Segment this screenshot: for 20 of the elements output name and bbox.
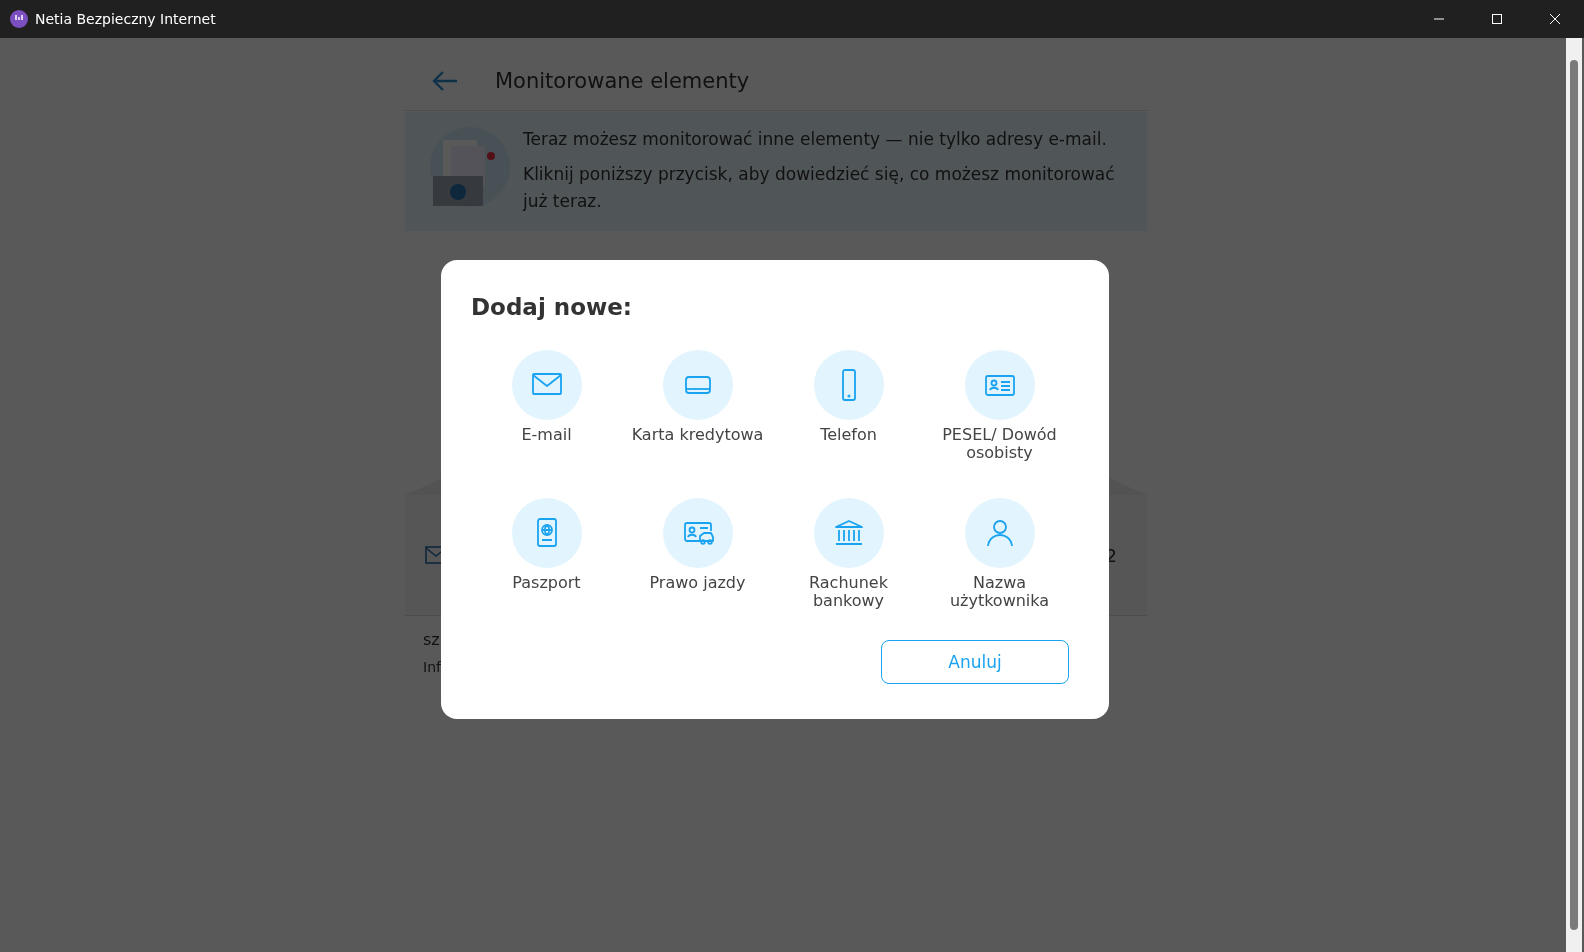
- banner-text: Kliknij poniższy przycisk, aby dowiedzieć się, co możesz monitorować już teraz.: [523, 163, 1116, 213]
- item-info: Inf: [423, 659, 441, 675]
- close-icon: [1549, 13, 1561, 25]
- add-item-option[interactable]: Karta kredytowa: [622, 350, 773, 444]
- add-item-option[interactable]: Telefon: [773, 350, 924, 444]
- window-title: Netia Bezpieczny Internet: [35, 11, 217, 27]
- item-title: sz: [423, 630, 440, 649]
- dialog-title: Dodaj nowe:: [471, 294, 633, 320]
- page-title: Monitorowane elementy: [495, 69, 750, 93]
- add-item-option[interactable]: Rachunek bankowy: [773, 498, 924, 610]
- add-item-option[interactable]: Nazwa użytkownika: [924, 498, 1075, 610]
- add-item-option[interactable]: E-mail: [471, 350, 622, 444]
- maximize-icon: [1491, 13, 1503, 25]
- scrollbar[interactable]: [1566, 38, 1582, 952]
- banner-text: Teraz możesz monitorować inne elementy — nie tylko adresy e-mail.: [523, 128, 1108, 151]
- add-item-option[interactable]: Paszport: [471, 498, 622, 592]
- add-item-option[interactable]: Prawo jazdy: [622, 498, 773, 592]
- back-arrow-icon[interactable]: [431, 70, 459, 92]
- app-logo-icon: [9, 9, 29, 29]
- add-item-option[interactable]: PESEL/ Dowód osobisty: [924, 350, 1075, 462]
